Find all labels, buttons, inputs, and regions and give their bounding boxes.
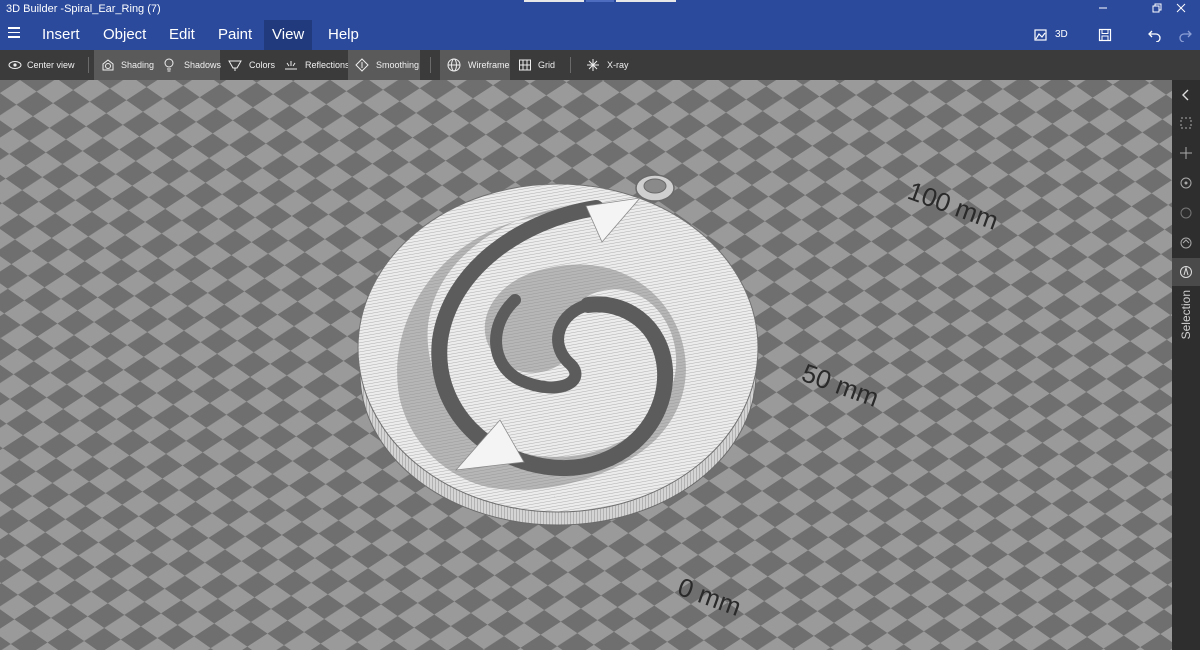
undo-icon — [1148, 30, 1161, 42]
save-button[interactable] — [1098, 20, 1114, 50]
shadows-toggle[interactable]: Shadows — [154, 50, 222, 80]
menu-object[interactable]: Object — [95, 20, 154, 50]
lightbulb-icon — [164, 58, 174, 72]
3d-viewport[interactable]: 100 mm 50 mm 0 mm — [0, 80, 1172, 650]
center-view-button[interactable]: Center view — [0, 50, 84, 80]
toolbar-divider — [430, 57, 431, 73]
collapse-chevron-icon[interactable] — [1179, 88, 1193, 102]
grid-icon — [519, 59, 531, 71]
minimize-button[interactable] — [1080, 0, 1126, 20]
reflections-toggle[interactable]: Reflections — [278, 50, 350, 80]
colors-icon — [228, 60, 242, 71]
scale-icon[interactable] — [1179, 206, 1193, 220]
colors-toggle[interactable]: Colors — [222, 50, 276, 80]
earring-loop-hole — [643, 178, 667, 194]
title-decoration — [616, 0, 676, 2]
select-icon[interactable] — [1179, 116, 1193, 130]
shadows-label: Shadows — [184, 60, 222, 70]
center-view-label: Center view — [27, 60, 75, 70]
close-icon — [1176, 3, 1186, 13]
toolbar-divider — [570, 57, 571, 73]
scene-canvas[interactable]: 100 mm 50 mm 0 mm — [0, 80, 1172, 650]
menu-edit[interactable]: Edit — [161, 20, 203, 50]
redo-icon — [1179, 30, 1192, 42]
menu-help[interactable]: Help — [320, 20, 367, 50]
shading-toggle[interactable]: Shading — [94, 50, 154, 80]
view-toolbar: Center view Shading Shadows Colors Refle… — [0, 50, 1200, 80]
window-title: 3D Builder -Spiral_Ear_Ring (7) — [6, 3, 161, 15]
shading-icon — [102, 59, 114, 71]
title-bar: 3D Builder -Spiral_Ear_Ring (7) — [0, 0, 1200, 20]
menu-paint[interactable]: Paint — [210, 20, 260, 50]
print-3d-icon — [1034, 29, 1047, 41]
shading-label: Shading — [121, 60, 155, 70]
grid-label: Grid — [538, 60, 556, 70]
globe-icon — [447, 58, 461, 72]
toolbar-divider — [88, 57, 89, 73]
snap-icon[interactable] — [1179, 236, 1193, 250]
smoothing-icon — [355, 58, 369, 72]
close-button[interactable] — [1158, 0, 1200, 20]
rotate-icon[interactable] — [1179, 176, 1193, 190]
move-icon[interactable] — [1179, 146, 1193, 160]
menu-bar: Insert Object Edit Paint View Help 3D Pr… — [0, 20, 1200, 70]
menu-insert[interactable]: Insert — [34, 20, 88, 50]
selection-panel-label: Selection — [1179, 290, 1193, 340]
print-3d-button[interactable]: 3D Print — [1034, 20, 1084, 70]
smoothing-toggle[interactable]: Smoothing — [348, 50, 420, 80]
right-tool-panel: Selection — [1172, 80, 1200, 650]
selection-mode-icon — [1180, 266, 1192, 278]
xray-toggle[interactable]: X-ray — [580, 50, 632, 80]
colors-label: Colors — [249, 60, 276, 70]
reflections-icon — [285, 61, 297, 70]
hamburger-menu-icon[interactable] — [8, 27, 20, 39]
save-icon — [1098, 28, 1112, 42]
xray-icon — [587, 59, 599, 71]
eye-icon — [8, 61, 22, 69]
wireframe-label: Wireframe — [468, 60, 510, 70]
menu-view[interactable]: View — [264, 20, 312, 50]
xray-label: X-ray — [607, 60, 629, 70]
grid-toggle[interactable]: Grid — [512, 50, 560, 80]
wireframe-toggle[interactable]: Wireframe — [440, 50, 510, 80]
selection-mode-button[interactable] — [1172, 258, 1200, 286]
title-decoration — [586, 0, 614, 2]
title-decoration — [524, 0, 584, 2]
minimize-icon — [1099, 7, 1107, 9]
smoothing-label: Smoothing — [376, 60, 420, 70]
undo-button[interactable] — [1148, 20, 1164, 50]
reflections-label: Reflections — [305, 60, 350, 70]
redo-button[interactable] — [1178, 20, 1194, 50]
